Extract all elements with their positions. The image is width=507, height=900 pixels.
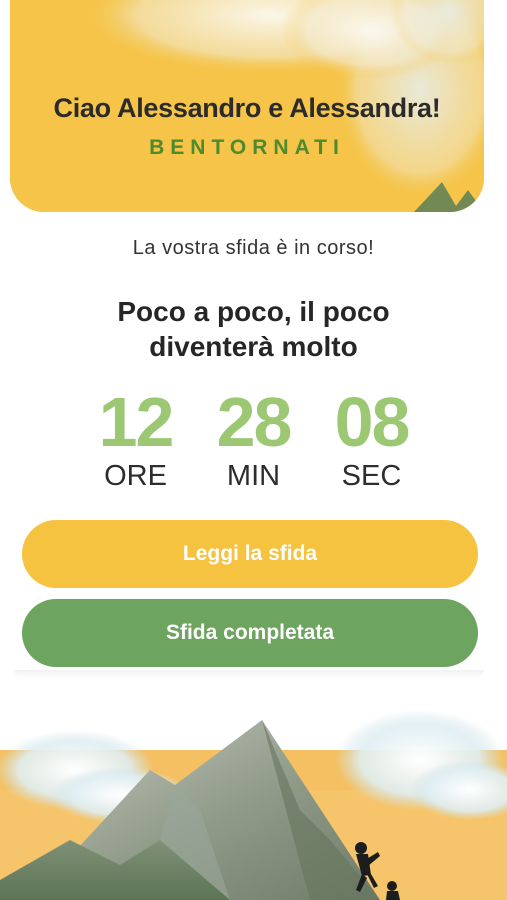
minutes-value: 28: [216, 383, 293, 461]
challenge-title: Poco a poco, il poco diventerà molto: [117, 296, 390, 362]
countdown-seconds: 08 SEC: [324, 387, 420, 493]
seconds-label: SEC: [341, 460, 402, 492]
greeting-title: Ciao Alessandro e Alessandra!: [53, 93, 441, 123]
read-challenge-button[interactable]: Leggi la sfida: [22, 520, 478, 588]
countdown-hours: 12 ORE: [88, 387, 184, 493]
mountain-illustration: [0, 690, 507, 900]
countdown-timer: 12 ORE 28 MIN 08 SEC: [0, 387, 507, 493]
hours-label: ORE: [104, 460, 167, 492]
countdown-minutes: 28 MIN: [206, 387, 302, 493]
challenge-completed-button[interactable]: Sfida completata: [22, 599, 478, 667]
welcome-subtitle: BENTORNATI: [149, 136, 345, 159]
card-divider: [14, 670, 484, 678]
mountain-climber-image: [0, 710, 507, 900]
minutes-label: MIN: [226, 460, 281, 492]
welcome-header: Ciao Alessandro e Alessandra! BENTORNATI: [10, 0, 484, 212]
hours-value: 12: [98, 383, 175, 461]
seconds-value: 08: [334, 383, 411, 461]
challenge-status: La vostra sfida è in corso!: [132, 237, 375, 259]
